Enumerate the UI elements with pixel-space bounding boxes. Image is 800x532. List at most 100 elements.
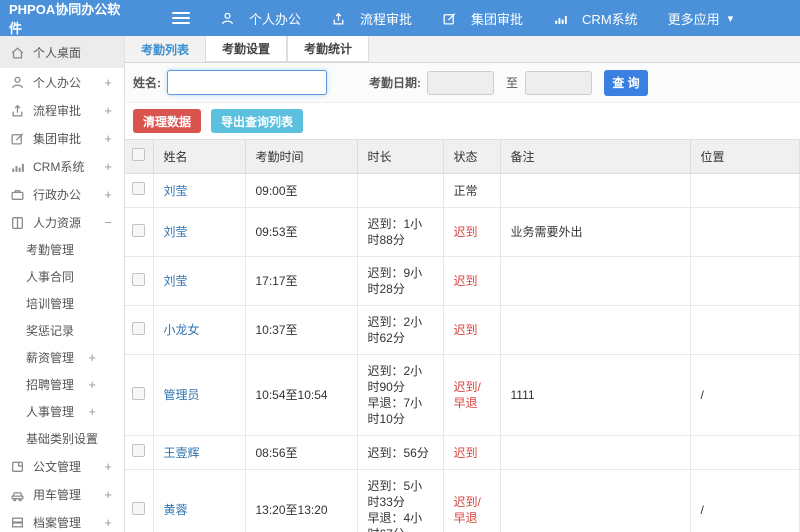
- expand-toggle[interactable]: +: [88, 404, 96, 419]
- tab-strip: 考勤列表 考勤设置 考勤统计: [125, 36, 800, 63]
- sidebar-subitem-label: 培训管理: [26, 297, 75, 311]
- sidebar-item-group-approval[interactable]: 集团审批 +: [0, 124, 124, 152]
- expand-toggle[interactable]: +: [104, 103, 112, 118]
- sidebar-item-personal-office[interactable]: 个人办公 +: [0, 68, 124, 96]
- sidebar-subitem-attendance-mgmt[interactable]: 考勤管理: [0, 236, 124, 263]
- expand-toggle[interactable]: +: [88, 377, 96, 392]
- row-checkbox[interactable]: [132, 223, 146, 237]
- note: 业务需要外出: [500, 207, 691, 257]
- sidebar-subitem-base-category-settings[interactable]: 基础类别设置 +: [0, 425, 124, 452]
- location: [690, 256, 800, 306]
- col-header-name: 姓名: [153, 139, 246, 174]
- location: /: [690, 354, 800, 436]
- employee-name-link[interactable]: 刘莹: [164, 274, 188, 288]
- user-icon: [220, 11, 235, 26]
- date-to-input[interactable]: [525, 70, 593, 95]
- sidebar-item-human-resources[interactable]: 人力资源 −: [0, 208, 124, 236]
- expand-toggle[interactable]: +: [104, 459, 112, 474]
- sidebar-subitem-recruit-mgmt[interactable]: 招聘管理 +: [0, 371, 124, 398]
- nav-item-label: 流程审批: [360, 11, 413, 27]
- employee-name-link[interactable]: 刘莹: [164, 225, 188, 239]
- tab-attendance-settings[interactable]: 考勤设置: [205, 36, 288, 62]
- sidebar-item-document-mgmt[interactable]: 公文管理 +: [0, 452, 124, 480]
- nav-item-personal-office[interactable]: 个人办公: [220, 9, 301, 28]
- note: 1111: [500, 354, 691, 436]
- expand-toggle[interactable]: +: [104, 515, 112, 530]
- expand-toggle[interactable]: +: [104, 187, 112, 202]
- sidebar-subitem-training-mgmt[interactable]: 培训管理: [0, 290, 124, 317]
- expand-toggle[interactable]: +: [104, 159, 112, 174]
- tab-attendance-list[interactable]: 考勤列表: [125, 36, 205, 62]
- employee-name-link[interactable]: 小龙女: [164, 323, 200, 337]
- expand-toggle[interactable]: +: [88, 431, 96, 446]
- sidebar-item-workflow-approval[interactable]: 流程审批 +: [0, 96, 124, 124]
- sidebar-item-vehicle-mgmt[interactable]: 用车管理 +: [0, 480, 124, 508]
- sidebar-item-label: 公文管理: [33, 459, 82, 474]
- sidebar-item-label: 个人办公: [33, 75, 82, 90]
- sidebar-item-admin-office[interactable]: 行政办公 +: [0, 180, 124, 208]
- status: 迟到/早退: [443, 469, 501, 532]
- nav-item-workflow-approval[interactable]: 流程审批: [331, 9, 412, 28]
- collapse-toggle[interactable]: −: [104, 215, 112, 230]
- status: 迟到: [443, 305, 501, 355]
- hr-submenu: 考勤管理 人事合同 培训管理 奖惩记录 薪资管理 + 招聘管理 + 人事管理 +…: [0, 236, 124, 452]
- sidebar-subitem-personnel-mgmt[interactable]: 人事管理 +: [0, 398, 124, 425]
- clean-data-button[interactable]: 清理数据: [133, 109, 202, 133]
- sidebar-subitem-reward-records[interactable]: 奖惩记录: [0, 317, 124, 344]
- sidebar-item-label: CRM系统: [33, 159, 85, 174]
- sidebar-item-personal-desktop[interactable]: 个人桌面: [0, 36, 124, 68]
- sidebar-item-archive-mgmt[interactable]: 档案管理 +: [0, 508, 124, 532]
- sidebar-subitem-hr-contract[interactable]: 人事合同: [0, 263, 124, 290]
- sidebar-item-crm[interactable]: CRM系统 +: [0, 152, 124, 180]
- app-window: PHPOA协同办公软件 个人办公 流程审批 集团审批 CRM系统 更多应用 ▾ …: [0, 0, 800, 532]
- expand-toggle[interactable]: +: [104, 75, 112, 90]
- sidebar-item-label: 档案管理: [33, 515, 82, 530]
- name-input[interactable]: [167, 70, 327, 95]
- document-icon: [10, 459, 25, 474]
- status: 迟到/早退: [443, 354, 501, 436]
- location: [690, 207, 800, 257]
- workflow-icon: [331, 11, 346, 26]
- export-list-button[interactable]: 导出查询列表: [211, 109, 304, 133]
- bar-chart-icon: [10, 159, 25, 174]
- sidebar-subitem-label: 人事管理: [26, 405, 75, 419]
- employee-name-link[interactable]: 黄蓉: [164, 503, 188, 517]
- note: [500, 256, 691, 306]
- employee-name-link[interactable]: 王壹辉: [164, 446, 200, 460]
- row-checkbox[interactable]: [132, 386, 146, 400]
- employee-name-link[interactable]: 刘莹: [164, 184, 188, 198]
- status: 迟到: [443, 207, 501, 257]
- nav-item-label: 更多应用: [667, 11, 720, 27]
- nav-item-crm[interactable]: CRM系统: [553, 9, 638, 28]
- table-row: 王壹辉 08:56至 迟到：56分 迟到: [125, 435, 800, 470]
- note: [500, 173, 691, 208]
- sidebar-subitem-label: 考勤管理: [26, 243, 75, 257]
- car-icon: [10, 487, 25, 502]
- workflow-icon: [10, 103, 25, 118]
- attendance-time: 09:00至: [245, 173, 358, 208]
- expand-toggle[interactable]: +: [104, 487, 112, 502]
- date-from-input[interactable]: [427, 70, 494, 95]
- select-all-checkbox[interactable]: [132, 148, 146, 161]
- row-checkbox[interactable]: [132, 444, 146, 457]
- row-checkbox[interactable]: [132, 272, 146, 286]
- tab-attendance-stats[interactable]: 考勤统计: [287, 36, 370, 62]
- query-button[interactable]: 查 询: [604, 69, 649, 96]
- nav-item-more-apps[interactable]: 更多应用 ▾: [668, 9, 734, 28]
- row-checkbox[interactable]: [132, 321, 146, 335]
- duration: 迟到：1小时88分: [357, 207, 444, 257]
- expand-toggle[interactable]: +: [88, 350, 96, 365]
- row-checkbox[interactable]: [132, 501, 146, 515]
- hamburger-menu-icon[interactable]: [172, 12, 190, 24]
- table-row: 刘莹 17:17至 迟到：9小时28分 迟到: [125, 256, 800, 306]
- nav-item-label: 个人办公: [249, 11, 302, 27]
- expand-toggle[interactable]: +: [104, 131, 112, 146]
- col-header-duration: 时长: [357, 139, 444, 174]
- employee-name-link[interactable]: 管理员: [164, 388, 200, 402]
- sidebar-subitem-label: 基础类别设置: [26, 432, 99, 446]
- nav-item-group-approval[interactable]: 集团审批: [442, 9, 523, 28]
- duration: 迟到：9小时28分: [357, 256, 444, 306]
- row-checkbox[interactable]: [132, 182, 146, 195]
- sidebar-subitem-salary-mgmt[interactable]: 薪资管理 +: [0, 344, 124, 371]
- attendance-time: 17:17至: [245, 256, 358, 306]
